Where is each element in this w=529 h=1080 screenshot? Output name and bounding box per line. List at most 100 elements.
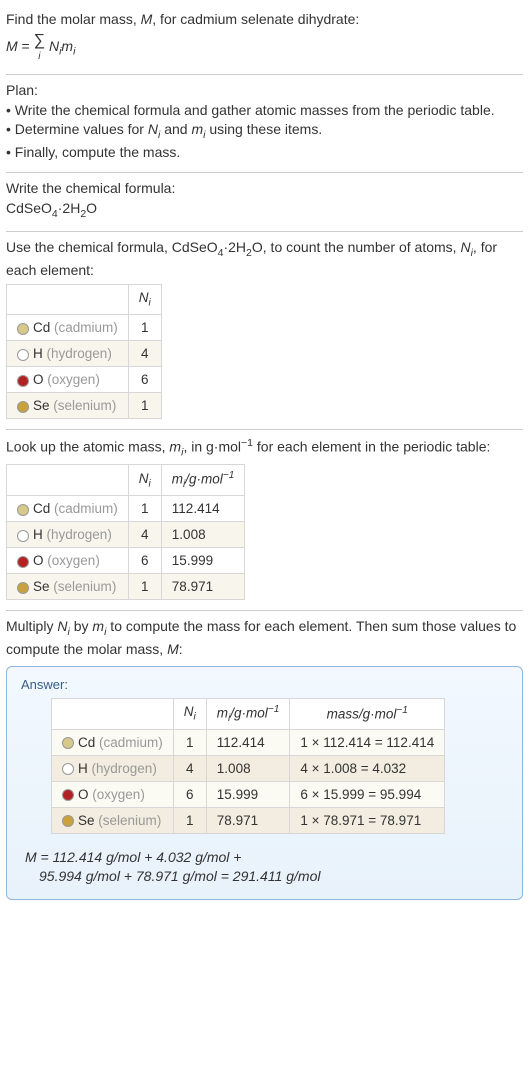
- intro-title: Find the molar mass, M, for cadmium sele…: [6, 10, 523, 30]
- element-name: (cadmium): [54, 320, 118, 335]
- masses-table: Ni mi/g·mol−1 Cd (cadmium)1112.414 H (hy…: [6, 464, 245, 600]
- text: ·2H: [58, 200, 81, 216]
- element-name: (hydrogen): [47, 527, 112, 542]
- sup-minus1: −1: [241, 437, 253, 449]
- element-cell: Cd (cadmium): [52, 729, 174, 755]
- table-header-row: Ni mi/g·mol−1 mass/g·mol−1: [52, 698, 445, 729]
- element-swatch-icon: [17, 556, 29, 568]
- element-name: (hydrogen): [92, 761, 157, 776]
- var-N: N: [49, 38, 59, 54]
- calc-cell: 4 × 1.008 = 4.032: [290, 755, 445, 781]
- text: ·2H: [223, 239, 246, 255]
- element-swatch-icon: [17, 323, 29, 335]
- var-N: N: [57, 618, 67, 634]
- var-m: m: [61, 38, 73, 54]
- formula-section: Write the chemical formula: CdSeO4·2H2O: [6, 173, 523, 232]
- element-name: (selenium): [53, 398, 116, 413]
- n-cell: 1: [173, 807, 206, 833]
- multiply-lead: Multiply Ni by mi to compute the mass fo…: [6, 617, 523, 659]
- text: O: [86, 200, 97, 216]
- header-mi: mi/g·mol−1: [161, 465, 245, 496]
- final-equation: M = 112.414 g/mol + 4.032 g/mol + 95.994…: [25, 848, 508, 887]
- sup-minus1: −1: [268, 704, 280, 715]
- var-m: m: [191, 121, 203, 137]
- element-swatch-icon: [17, 582, 29, 594]
- table-row: H (hydrogen)4: [7, 341, 162, 367]
- plan-bullet: • Determine values for Ni and mi using t…: [6, 120, 523, 142]
- element-symbol: O: [33, 553, 44, 568]
- text: and: [160, 121, 191, 137]
- masses-section: Look up the atomic mass, mi, in g·mol−1 …: [6, 430, 523, 611]
- element-swatch-icon: [62, 789, 74, 801]
- element-cell: H (hydrogen): [7, 522, 129, 548]
- sub-i: i: [194, 712, 196, 723]
- m-cell: 78.971: [161, 574, 245, 600]
- table-row: Cd (cadmium)1112.414: [7, 496, 245, 522]
- header-blank: [52, 698, 174, 729]
- element-symbol: H: [33, 527, 43, 542]
- m-cell: 1.008: [206, 755, 290, 781]
- answer-table: Ni mi/g·mol−1 mass/g·mol−1 Cd (cadmium)1…: [51, 698, 445, 834]
- element-symbol: Se: [78, 813, 95, 828]
- text: selenium: [58, 579, 112, 594]
- m-cell: 15.999: [161, 548, 245, 574]
- text: O, to count the number of atoms,: [252, 239, 461, 255]
- var-N: N: [460, 239, 470, 255]
- element-cell: H (hydrogen): [52, 755, 174, 781]
- text: Find the molar mass,: [6, 11, 141, 27]
- n-cell: 1: [173, 729, 206, 755]
- text: , for cadmium selenate dihydrate:: [152, 11, 359, 27]
- m-cell: 78.971: [206, 807, 290, 833]
- element-swatch-icon: [17, 401, 29, 413]
- text: cadmium: [59, 320, 114, 335]
- table-row: O (oxygen)615.9996 × 15.999 = 95.994: [52, 781, 445, 807]
- table-row: H (hydrogen)41.0084 × 1.008 = 4.032: [52, 755, 445, 781]
- element-cell: O (oxygen): [7, 367, 129, 393]
- count-lead: Use the chemical formula, CdSeO4·2H2O, t…: [6, 238, 523, 280]
- text: hydrogen: [51, 527, 107, 542]
- sup-minus1: −1: [396, 705, 408, 716]
- answer-box: Answer: Ni mi/g·mol−1 mass/g·mol−1 Cd (c…: [6, 666, 523, 900]
- calc-cell: 6 × 15.999 = 95.994: [290, 781, 445, 807]
- text: Multiply: [6, 618, 57, 634]
- text: cadmium: [59, 501, 114, 516]
- header-Ni: Ni: [128, 465, 161, 496]
- element-symbol: O: [78, 787, 89, 802]
- table-header-row: Ni mi/g·mol−1: [7, 465, 245, 496]
- element-name: (oxygen): [92, 787, 145, 802]
- m-cell: 15.999: [206, 781, 290, 807]
- multiply-section: Multiply Ni by mi to compute the mass fo…: [6, 611, 523, 903]
- element-symbol: H: [78, 761, 88, 776]
- element-name: (oxygen): [47, 372, 100, 387]
- n-cell: 4: [128, 522, 161, 548]
- count-table: Ni Cd (cadmium)1 H (hydrogen)4 O (oxygen…: [6, 284, 162, 419]
- var-m: m: [172, 472, 183, 487]
- table-row: H (hydrogen)41.008: [7, 522, 245, 548]
- element-name: (cadmium): [99, 735, 163, 750]
- element-swatch-icon: [17, 504, 29, 516]
- text: , in g·mol: [183, 439, 241, 455]
- text: oxygen: [52, 553, 96, 568]
- text: mass/g·mol: [327, 707, 397, 722]
- text: using these items.: [205, 121, 322, 137]
- element-swatch-icon: [17, 349, 29, 361]
- element-cell: Se (selenium): [7, 393, 129, 419]
- header-mi: mi/g·mol−1: [206, 698, 290, 729]
- n-cell: 1: [128, 393, 161, 419]
- var-m: m: [217, 705, 228, 720]
- plan-bullet: • Finally, compute the mass.: [6, 143, 523, 163]
- count-section: Use the chemical formula, CdSeO4·2H2O, t…: [6, 232, 523, 430]
- element-swatch-icon: [62, 763, 74, 775]
- m-cell: 112.414: [206, 729, 290, 755]
- text: Look up the atomic mass,: [6, 439, 169, 455]
- var-N: N: [148, 121, 158, 137]
- text: oxygen: [52, 372, 96, 387]
- var-M: M: [167, 641, 179, 657]
- element-cell: Se (selenium): [7, 574, 129, 600]
- text: oxygen: [97, 787, 141, 802]
- text: /g·mol: [230, 705, 268, 720]
- index-i: i: [34, 50, 45, 64]
- var-m: m: [169, 439, 181, 455]
- element-cell: O (oxygen): [52, 781, 174, 807]
- final-line-2: 95.994 g/mol + 78.971 g/mol = 291.411 g/…: [39, 867, 508, 887]
